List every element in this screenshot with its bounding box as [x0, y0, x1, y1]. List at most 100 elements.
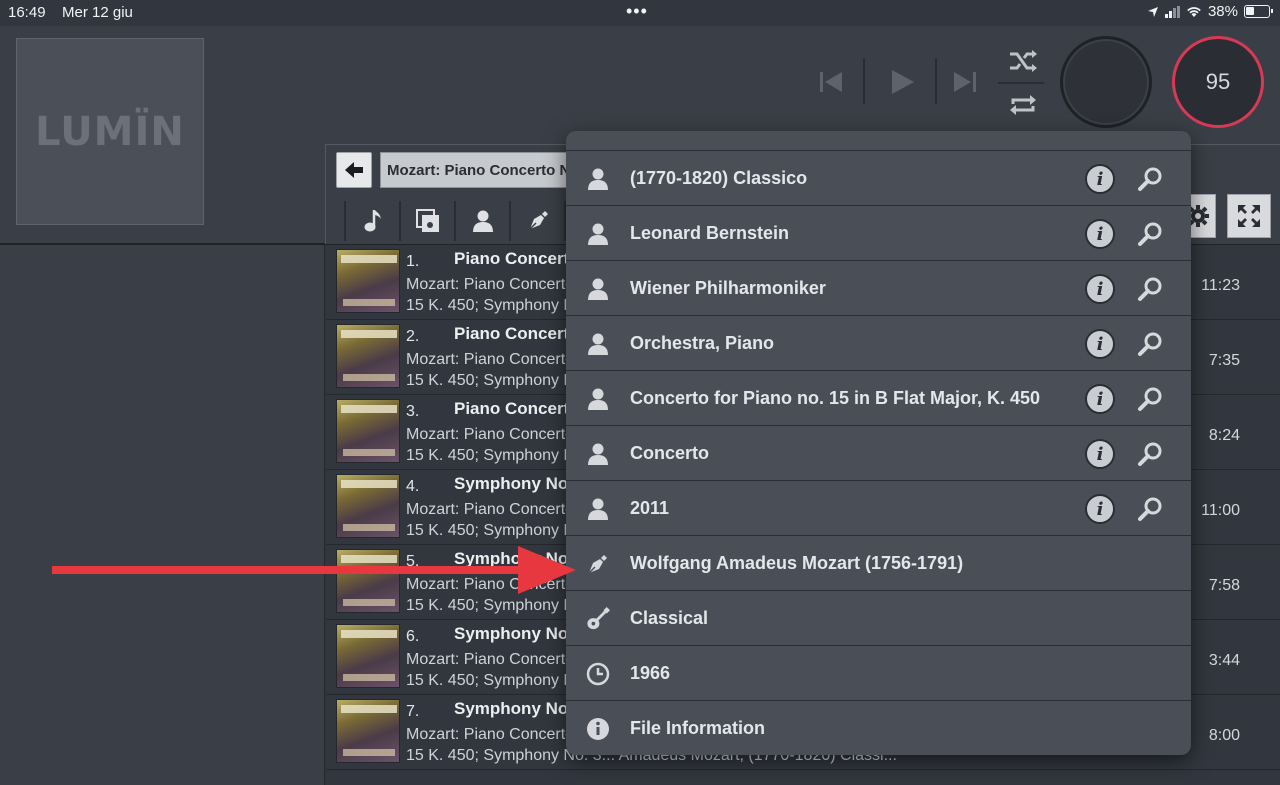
popup-item-label: Leonard Bernstein	[630, 223, 790, 243]
search-icon[interactable]	[1136, 329, 1166, 359]
shuffle-icon[interactable]	[1008, 48, 1038, 74]
pen-nib-icon	[586, 552, 610, 576]
popup-item-label: Classical	[630, 608, 709, 628]
track-title: Piano Concerto	[454, 324, 580, 343]
volume-knob[interactable]: 95	[1172, 36, 1264, 128]
track-info-popup: (1770-1820) Classico i Leonard Bernstein…	[566, 131, 1191, 755]
track-album: Mozart: Piano Concerto	[406, 501, 575, 518]
info-button[interactable]: i	[1085, 329, 1115, 359]
signal-icon	[1164, 5, 1180, 18]
track-album-art	[336, 624, 400, 688]
search-icon[interactable]	[1136, 439, 1166, 469]
tab-composers[interactable]	[509, 201, 564, 241]
battery-icon	[1244, 5, 1273, 18]
track-duration: 11:00	[1201, 502, 1240, 519]
status-time: 16:49	[8, 4, 46, 21]
popup-item-artist[interactable]: Concerto i	[566, 426, 1191, 481]
popup-item-composer[interactable]: Wolfgang Amadeus Mozart (1756-1791)	[566, 536, 1191, 591]
info-button[interactable]: i	[1085, 494, 1115, 524]
track-number: 2.	[406, 328, 420, 345]
search-icon[interactable]	[1136, 164, 1166, 194]
popup-scrolled-row	[566, 131, 1191, 151]
track-album: Mozart: Piano Concerto	[406, 351, 575, 368]
track-album-art	[336, 474, 400, 538]
track-album: Mozart: Piano Concerto	[406, 426, 575, 443]
popup-item-artist[interactable]: Orchestra, Piano i	[566, 316, 1191, 371]
track-album: Mozart: Piano Concerto	[406, 651, 575, 668]
track-title: Piano Concerto	[454, 249, 580, 268]
info-button[interactable]: i	[1085, 439, 1115, 469]
tab-artists[interactable]	[454, 201, 509, 241]
annotation-arrow	[52, 546, 576, 594]
person-icon	[586, 222, 610, 246]
track-duration: 3:44	[1208, 652, 1240, 669]
popup-item-label: (1770-1820) Classico	[630, 168, 808, 188]
track-duration: 8:24	[1208, 427, 1240, 444]
popup-item-label: Concerto for Piano no. 15 in B Flat Majo…	[630, 388, 1041, 408]
popup-item-genre[interactable]: Classical	[566, 591, 1191, 646]
popup-item-artist[interactable]: Wiener Philharmoniker i	[566, 261, 1191, 316]
status-bar: 16:49 Mer 12 giu ••• 38%	[0, 0, 1280, 26]
track-title: Piano Concerto	[454, 399, 580, 418]
expand-icon	[1238, 205, 1260, 227]
back-arrow-icon	[345, 162, 363, 178]
lumin-logo: LUMÏN	[35, 108, 185, 155]
popup-item-label: File Information	[630, 718, 765, 738]
output-knob[interactable]	[1060, 36, 1152, 128]
playlist-title-field[interactable]: Mozart: Piano Concerto No. 15 K. 450; Sy…	[380, 152, 580, 188]
info-button[interactable]: i	[1085, 384, 1115, 414]
popup-item-label: Wiener Philharmoniker	[630, 278, 826, 298]
transport-divider	[935, 58, 937, 104]
album-icon	[415, 209, 439, 232]
person-icon	[586, 497, 610, 521]
search-icon[interactable]	[1136, 494, 1166, 524]
popup-item-artist[interactable]: 2011 i	[566, 481, 1191, 536]
guitar-icon	[586, 606, 610, 631]
popup-item-artist[interactable]: (1770-1820) Classico i	[566, 151, 1191, 206]
play-icon[interactable]	[888, 68, 916, 96]
track-album-cont: 15 K. 450; Symphony N	[406, 522, 575, 539]
info-button[interactable]: i	[1085, 219, 1115, 249]
search-icon[interactable]	[1136, 274, 1166, 304]
track-duration: 7:35	[1208, 352, 1240, 369]
track-album-art	[336, 249, 400, 313]
info-button[interactable]: i	[1085, 164, 1115, 194]
search-icon[interactable]	[1136, 219, 1166, 249]
info-button[interactable]: i	[1085, 274, 1115, 304]
next-icon[interactable]	[952, 70, 978, 94]
popup-item-year[interactable]: 1966	[566, 646, 1191, 701]
popup-item-artist[interactable]: Leonard Bernstein i	[566, 206, 1191, 261]
repeat-icon[interactable]	[1008, 92, 1038, 118]
popup-item-label: Wolfgang Amadeus Mozart (1756-1791)	[630, 553, 964, 573]
track-duration: 7:58	[1208, 577, 1240, 594]
person-icon	[472, 210, 493, 232]
search-icon[interactable]	[1136, 384, 1166, 414]
status-date: Mer 12 giu	[62, 4, 133, 21]
tab-tracks[interactable]	[344, 201, 399, 241]
fullscreen-button[interactable]	[1227, 194, 1271, 238]
popup-item-artist[interactable]: Concerto for Piano no. 15 in B Flat Majo…	[566, 371, 1191, 426]
popup-item-label: Concerto	[630, 443, 710, 463]
back-button[interactable]	[336, 152, 372, 188]
pen-nib-icon	[528, 211, 548, 230]
track-album-cont: 15 K. 450; Symphony N	[406, 372, 575, 389]
multitask-dots[interactable]: •••	[626, 1, 648, 22]
popup-item-label: 1966	[630, 663, 671, 683]
person-icon	[586, 167, 610, 191]
track-album: Mozart: Piano Concerto	[406, 726, 575, 743]
tab-albums[interactable]	[399, 201, 454, 241]
track-number: 1.	[406, 253, 420, 270]
wifi-icon	[1187, 6, 1201, 17]
music-note-icon	[364, 210, 381, 232]
transport-divider	[863, 58, 865, 104]
person-icon	[586, 387, 610, 411]
album-cover-placeholder[interactable]: LUMÏN	[16, 38, 204, 225]
track-album: Mozart: Piano Concerto	[406, 276, 575, 293]
track-number: 4.	[406, 478, 420, 495]
popup-item-label: 2011	[630, 498, 670, 518]
previous-icon[interactable]	[818, 70, 844, 94]
track-duration: 8:00	[1208, 727, 1240, 744]
battery-percent: 38%	[1207, 3, 1238, 20]
track-album-cont: 15 K. 450; Symphony N	[406, 672, 575, 689]
popup-item-file-information[interactable]: File Information	[566, 701, 1191, 755]
